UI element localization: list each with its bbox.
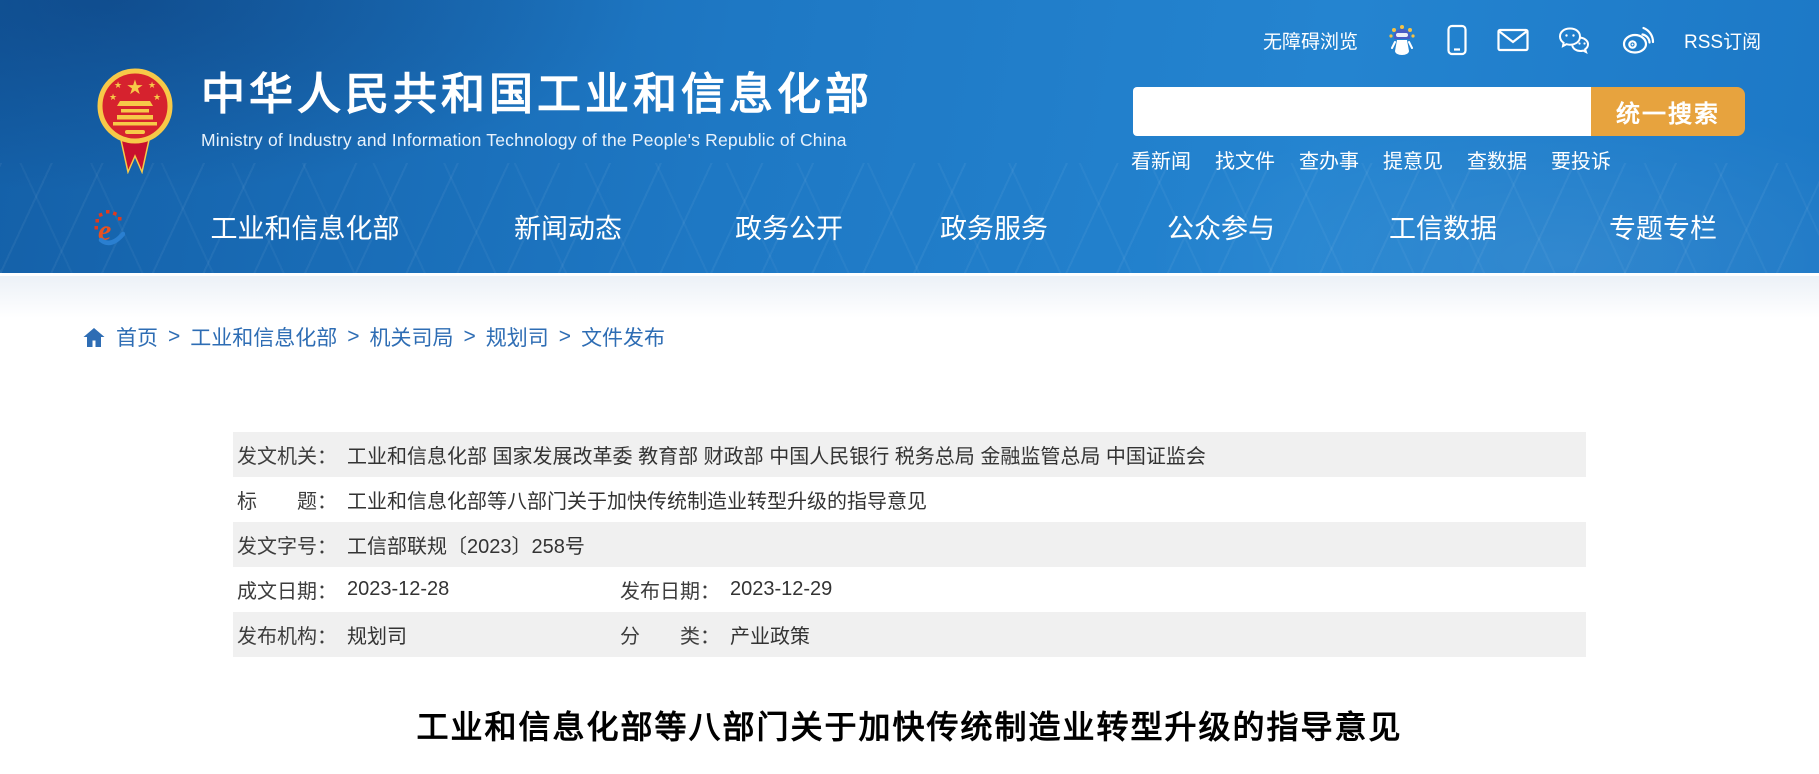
breadcrumb-separator: > xyxy=(464,325,476,349)
article-title: 工业和信息化部等八部门关于加快传统制造业转型升级的指导意见 xyxy=(0,702,1819,748)
breadcrumb-separator: > xyxy=(347,325,359,349)
svg-text:★: ★ xyxy=(109,92,117,102)
meta-value: 2023-12-28 xyxy=(347,578,449,601)
meta-value: 产业政策 xyxy=(730,620,810,649)
nav-item-special[interactable]: 专题专栏 xyxy=(1609,207,1717,246)
meta-label: 发布日期： xyxy=(620,575,720,604)
meta-row-issuing-agencies: 发文机关： 工业和信息化部 国家发展改革委 教育部 财政部 中国人民银行 税务总… xyxy=(233,432,1586,477)
site-search: 统一搜索 xyxy=(1133,87,1745,136)
main-nav: e 工业和信息化部 新闻动态 政务公开 政务服务 公众参与 工信数据 专题专栏 xyxy=(0,196,1819,254)
rss-link[interactable]: RSS订阅 xyxy=(1684,27,1761,54)
meta-value: 工业和信息化部 国家发展改革委 教育部 财政部 中国人民银行 税务总局 金融监管… xyxy=(347,440,1206,469)
meta-value: 规划司 xyxy=(347,620,407,649)
meta-label: 发布机构： xyxy=(237,620,337,649)
quick-link-feedback[interactable]: 提意见 xyxy=(1383,145,1443,174)
breadcrumb-separator: > xyxy=(168,325,180,349)
meta-cell: 标 题： 工业和信息化部等八部门关于加快传统制造业转型升级的指导意见 xyxy=(237,485,927,514)
meta-row-title: 标 题： 工业和信息化部等八部门关于加快传统制造业转型升级的指导意见 xyxy=(233,477,1586,522)
meta-value: 工业和信息化部等八部门关于加快传统制造业转型升级的指导意见 xyxy=(347,485,927,514)
wechat-icon[interactable] xyxy=(1558,26,1592,54)
search-input[interactable] xyxy=(1133,87,1591,136)
svg-text:★: ★ xyxy=(114,80,122,90)
gov-e-logo-icon: e xyxy=(93,204,125,255)
mobile-icon[interactable] xyxy=(1446,24,1468,56)
national-emblem-icon: ★ ★ ★ ★ ★ xyxy=(95,60,175,174)
meta-label: 成文日期： xyxy=(237,575,337,604)
brand-text: 中华人民共和国工业和信息化部 Ministry of Industry and … xyxy=(201,60,873,151)
nav-item-gov-services[interactable]: 政务服务 xyxy=(940,207,1048,246)
accessibility-link[interactable]: 无障碍浏览 xyxy=(1263,27,1358,54)
svg-text:★: ★ xyxy=(148,80,156,90)
quick-link-documents[interactable]: 找文件 xyxy=(1215,145,1275,174)
svg-text:★: ★ xyxy=(153,92,161,102)
meta-cell: 发布机构： 规划司 xyxy=(237,620,620,649)
breadcrumb: 首页 > 工业和信息化部 > 机关司局 > 规划司 > 文件发布 xyxy=(83,322,665,352)
breadcrumb-home[interactable]: 首页 xyxy=(116,322,158,352)
robot-mascot-icon[interactable] xyxy=(1387,24,1417,56)
header-shadow-band xyxy=(0,276,1819,318)
site-header: 无障碍浏览 xyxy=(0,0,1819,273)
meta-cell: 成文日期： 2023-12-28 xyxy=(237,575,620,604)
breadcrumb-document-release: 文件发布 xyxy=(581,322,665,352)
mail-icon[interactable] xyxy=(1497,28,1529,52)
meta-value: 2023-12-29 xyxy=(730,578,832,601)
utility-topbar: 无障碍浏览 xyxy=(1263,24,1761,56)
meta-label: 发文字号： xyxy=(237,530,337,559)
breadcrumb-planning-dept[interactable]: 规划司 xyxy=(486,322,549,352)
breadcrumb-separator: > xyxy=(559,325,571,349)
breadcrumb-ministry[interactable]: 工业和信息化部 xyxy=(190,322,337,352)
quick-link-services[interactable]: 查办事 xyxy=(1299,145,1359,174)
meta-cell: 发布日期： 2023-12-29 xyxy=(620,575,832,604)
meta-cell: 分 类： 产业政策 xyxy=(620,620,810,649)
doc-meta-table: 发文机关： 工业和信息化部 国家发展改革委 教育部 财政部 中国人民银行 税务总… xyxy=(233,432,1586,657)
breadcrumb-departments[interactable]: 机关司局 xyxy=(370,322,454,352)
site-brand[interactable]: ★ ★ ★ ★ ★ 中华人民共和国工业和信息化部 Ministry of Ind… xyxy=(95,60,873,174)
quick-link-data[interactable]: 查数据 xyxy=(1467,145,1527,174)
site-title: 中华人民共和国工业和信息化部 xyxy=(201,73,873,117)
nav-item-gov-affairs[interactable]: 政务公开 xyxy=(735,207,843,246)
weibo-icon[interactable] xyxy=(1621,25,1655,55)
nav-item-ministry[interactable]: 工业和信息化部 xyxy=(211,207,400,246)
meta-value: 工信部联规〔2023〕258号 xyxy=(347,530,585,559)
nav-item-news[interactable]: 新闻动态 xyxy=(514,207,622,246)
meta-cell: 发文字号： 工信部联规〔2023〕258号 xyxy=(237,530,585,559)
meta-cell: 发文机关： 工业和信息化部 国家发展改革委 教育部 财政部 中国人民银行 税务总… xyxy=(237,440,1206,469)
nav-item-miit-data[interactable]: 工信数据 xyxy=(1389,207,1497,246)
svg-text:★: ★ xyxy=(126,77,144,99)
home-icon[interactable] xyxy=(83,327,105,348)
quick-link-complaint[interactable]: 要投诉 xyxy=(1551,145,1611,174)
nav-item-participation[interactable]: 公众参与 xyxy=(1167,207,1275,246)
miit-portal-page: 无障碍浏览 xyxy=(0,0,1819,774)
quick-links: 看新闻 找文件 查办事 提意见 查数据 要投诉 xyxy=(1131,145,1611,174)
meta-row-dates: 成文日期： 2023-12-28 发布日期： 2023-12-29 xyxy=(233,567,1586,612)
meta-label: 标 题： xyxy=(237,485,337,514)
search-button[interactable]: 统一搜索 xyxy=(1591,87,1745,136)
meta-row-doc-number: 发文字号： 工信部联规〔2023〕258号 xyxy=(233,522,1586,567)
quick-link-news[interactable]: 看新闻 xyxy=(1131,145,1191,174)
meta-label: 发文机关： xyxy=(237,440,337,469)
site-subtitle: Ministry of Industry and Information Tec… xyxy=(201,130,873,151)
meta-label: 分 类： xyxy=(620,620,720,649)
meta-row-publisher-category: 发布机构： 规划司 分 类： 产业政策 xyxy=(233,612,1586,657)
